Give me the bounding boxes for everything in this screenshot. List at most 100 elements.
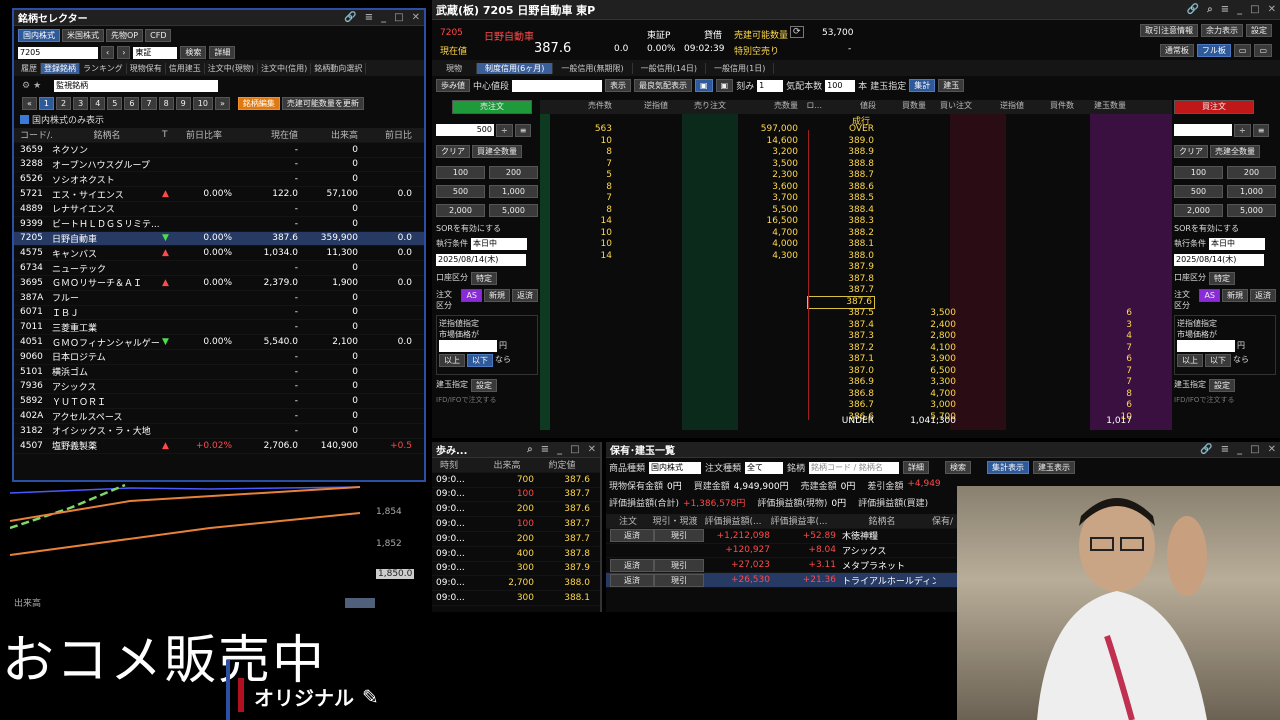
next-icon[interactable]: › [117, 46, 131, 59]
sell-position-settings[interactable]: 設定 [471, 379, 497, 392]
bid-price[interactable]: 387.0 [540, 366, 874, 378]
view-a-icon[interactable]: ▣ [695, 79, 713, 92]
sell-ifd-label[interactable]: IFD/IFOで注文する [436, 395, 538, 405]
list-item[interactable]: 4889 レナサイエンス - 0 [14, 202, 424, 217]
subtab-ranking[interactable]: ランキング [80, 62, 127, 74]
sell-qty-input[interactable]: 500 [436, 124, 494, 136]
tab-domestic[interactable]: 国内株式 [18, 29, 60, 42]
col-pct[interactable]: 前日比率 [176, 128, 232, 141]
buy-all-qty-button[interactable]: 売建全数量 [1210, 145, 1260, 158]
list-item[interactable]: 7205 日野自動車 ▼ 0.00% 387.6 359,900 0.0 [14, 231, 424, 247]
col-code[interactable]: コード/... [14, 128, 52, 141]
buy-above-button[interactable]: 以上 [1177, 354, 1203, 367]
settings-button[interactable]: 設定 [1246, 24, 1272, 37]
tab-cfd[interactable]: CFD [145, 29, 172, 42]
tab-us[interactable]: 米国株式 [62, 29, 104, 42]
normal-board-button[interactable]: 通常板 [1159, 44, 1194, 57]
subtab-order-spot[interactable]: 注文中(現物) [205, 62, 259, 74]
subtab-order-margin[interactable]: 注文中(信用) [258, 62, 312, 74]
page-1[interactable]: 1 [38, 97, 54, 110]
sell-all-qty-button[interactable]: 買建全数量 [472, 145, 522, 158]
sell-stop-input[interactable] [439, 340, 497, 352]
list-item[interactable]: 9399 ビートＨＬＤＧＳリミテ... - 0 [14, 217, 424, 232]
col-price[interactable]: 現在値 [232, 128, 298, 141]
ask-row[interactable]: 10 4,000 388.1 [540, 239, 1172, 251]
buy-order-header[interactable]: 買注文 [1174, 100, 1254, 114]
bid-row[interactable]: 387.5 3,500 6 [540, 308, 1172, 320]
ask-row[interactable]: 14 4,300 388.0 [540, 251, 1172, 263]
ask-price[interactable]: 388.4 [798, 205, 874, 217]
list-item[interactable]: 3182 オイシックス・ラ・大地 - 0 [14, 424, 424, 439]
ask-row[interactable]: 8 3,600 388.6 [540, 182, 1172, 194]
mid-row[interactable]: 387.9 [540, 262, 1172, 274]
ask-row[interactable]: 5 2,300 388.7 [540, 170, 1172, 182]
bid-row[interactable]: 386.7 3,000 6 [540, 400, 1172, 412]
list-item[interactable]: 6071 ＩＢＪ - 0 [14, 306, 424, 321]
position-button[interactable]: 建玉 [938, 79, 965, 92]
page-5[interactable]: 5 [107, 97, 123, 110]
ask-row[interactable]: 7 3,500 388.8 [540, 159, 1172, 171]
full-board-button[interactable]: フル板 [1196, 44, 1231, 57]
sell-kind-new[interactable]: 新規 [484, 289, 510, 302]
sell-below-button[interactable]: 以下 [467, 354, 493, 367]
link-icon[interactable]: 🔗 [344, 12, 356, 23]
mid-price[interactable]: 387.6 [807, 295, 875, 309]
buy-ifd-label[interactable]: IFD/IFOで注文する [1174, 395, 1276, 405]
buy-stop-input[interactable] [1177, 340, 1235, 352]
layout-b-icon[interactable]: ▭ [1254, 44, 1272, 57]
col-t[interactable]: T [162, 130, 176, 140]
bid-row[interactable]: 387.0 6,500 7 [540, 366, 1172, 378]
bid-price[interactable]: 386.8 [540, 389, 874, 401]
mid-price[interactable]: 387.7 [808, 285, 874, 297]
close-icon[interactable]: ✕ [1268, 444, 1276, 455]
close-icon[interactable]: ✕ [588, 444, 596, 455]
buy-exec-select[interactable]: 本日中 [1209, 238, 1265, 250]
list-item[interactable]: 5101 横浜ゴム - 0 [14, 365, 424, 380]
margin-display-button[interactable]: 余力表示 [1201, 24, 1243, 37]
list-item[interactable]: 3288 オープンハウスグループ - 0 [14, 158, 424, 173]
ask-price[interactable]: 389.0 [798, 136, 874, 148]
tab-general-unlimited[interactable]: 一般信用(無期限) [553, 62, 633, 74]
sell-order-header[interactable]: 売注文 [452, 100, 532, 114]
subtab-trend[interactable]: 銘柄動向選択 [311, 62, 367, 74]
buy-date-input[interactable]: 2025/08/14(木) [1174, 254, 1264, 266]
bid-row[interactable]: 386.8 4,700 8 [540, 389, 1172, 401]
page-2[interactable]: 2 [56, 97, 72, 110]
list-item[interactable]: 4575 キャンバス ▲ 0.00% 1,034.0 11,300 0.0 [14, 246, 424, 262]
ask-price[interactable]: 388.7 [798, 170, 874, 182]
col-volume[interactable]: 出来高 [298, 128, 358, 141]
buy-qty-500[interactable]: 500 [1174, 185, 1223, 198]
ask-price[interactable]: 388.8 [798, 159, 874, 171]
sell-qty-500[interactable]: 500 [436, 185, 485, 198]
subtab-history[interactable]: 履歴 [18, 62, 41, 74]
link-icon[interactable]: 🔗 [1200, 444, 1212, 455]
sell-qty-200[interactable]: 200 [489, 166, 538, 179]
menu-icon[interactable]: ≡ [1221, 4, 1229, 15]
tab-general-1d[interactable]: 一般信用(1日) [706, 62, 775, 74]
subtab-spot[interactable]: 現物保有 [127, 62, 166, 74]
bid-price[interactable]: 386.7 [540, 400, 874, 412]
list-item[interactable]: 5892 ＹＵＴＯＲＩ - 0 [14, 394, 424, 410]
maximize-icon[interactable]: □ [1250, 444, 1259, 455]
buy-qty-input[interactable] [1174, 124, 1232, 136]
holdings-search-button[interactable]: 検索 [945, 461, 972, 474]
sell-qty-stepper[interactable]: ÷ [496, 124, 513, 137]
minimize-icon[interactable]: _ [1237, 444, 1242, 455]
ask-row[interactable]: 10 14,600 389.0 [540, 136, 1172, 148]
stock-search-input[interactable]: 銘柄コード / 銘柄名 [809, 461, 900, 474]
subtab-margin[interactable]: 信用建玉 [166, 62, 205, 74]
buy-qty-menu[interactable]: ≡ [1252, 124, 1270, 137]
ask-price[interactable]: 388.0 [798, 251, 874, 263]
bid-row[interactable]: 387.3 2,800 4 [540, 331, 1172, 343]
bid-price[interactable]: 387.4 [540, 320, 874, 332]
bid-price[interactable]: 387.3 [540, 331, 874, 343]
domestic-checkbox[interactable] [20, 115, 29, 124]
bid-row[interactable]: 387.2 4,100 7 [540, 343, 1172, 355]
gear-icon[interactable]: ⚙ [22, 81, 30, 91]
bid-price[interactable]: 387.2 [540, 343, 874, 355]
sell-clear-button[interactable]: クリア [436, 145, 470, 158]
bid-row[interactable]: 387.4 2,400 3 [540, 320, 1172, 332]
ask-price[interactable]: 388.2 [798, 228, 874, 240]
buy-kind-as[interactable]: AS [1199, 289, 1220, 302]
search-icon[interactable]: ⌕ [1207, 4, 1213, 15]
